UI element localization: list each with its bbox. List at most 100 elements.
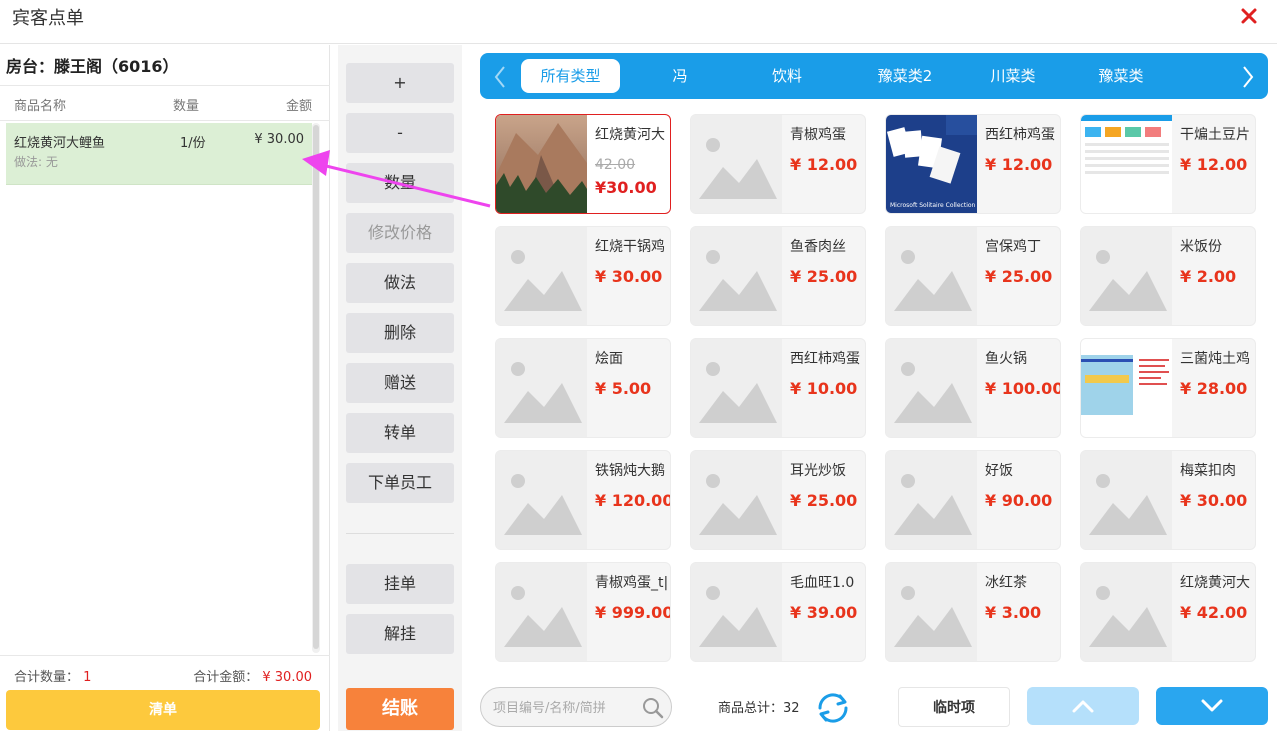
order-staff-button[interactable]: 下单员工 xyxy=(346,463,454,503)
close-icon[interactable] xyxy=(1239,6,1259,26)
product-card[interactable]: 三菌炖土鸡 ¥ 28.00 xyxy=(1080,338,1256,438)
refresh-icon[interactable] xyxy=(810,688,856,728)
tab-feng[interactable]: 冯 xyxy=(640,59,720,93)
placeholder-image-icon xyxy=(496,339,587,437)
page-up-button[interactable] xyxy=(1027,687,1139,725)
category-prev-icon[interactable] xyxy=(492,65,508,89)
product-card[interactable]: Microsoft Solitaire Collection 西红柿鸡蛋 ¥ 12.… xyxy=(885,114,1061,214)
tab-henan-dishes[interactable]: 豫菜类 xyxy=(1071,59,1171,93)
product-name: 耳光炒饭 xyxy=(790,463,846,479)
product-card[interactable]: 铁锅炖大鹅 ¥ 120.00 xyxy=(495,450,671,550)
total-quantity-label: 合计数量： xyxy=(14,670,80,685)
product-image xyxy=(1081,115,1172,213)
product-panel: 所有类型 冯 饮料 豫菜类2 川菜类 豫菜类 红烧黄河大 42.00 ¥30.00 青… xyxy=(470,45,1277,731)
product-image xyxy=(1081,339,1172,437)
product-card[interactable]: 青椒鸡蛋 ¥ 12.00 xyxy=(690,114,866,214)
divider xyxy=(346,533,454,534)
window-title: 宾客点单 xyxy=(12,8,84,29)
product-name: 梅菜扣肉 xyxy=(1180,463,1236,479)
product-card[interactable]: 米饭份 ¥ 2.00 xyxy=(1080,226,1256,326)
page-down-button[interactable] xyxy=(1156,687,1268,725)
hold-order-button[interactable]: 挂单 xyxy=(346,564,454,604)
product-card[interactable]: 红烧黄河大 ¥ 42.00 xyxy=(1080,562,1256,662)
order-list: 红烧黄河大鲤鱼 1/份 ¥ 30.00 做法: 无 xyxy=(6,123,312,653)
scrollbar-thumb[interactable] xyxy=(313,125,319,649)
product-price: ¥ 28.00 xyxy=(1180,379,1248,398)
product-card[interactable]: 冰红茶 ¥ 3.00 xyxy=(885,562,1061,662)
search-box xyxy=(480,687,672,727)
product-card[interactable]: 红烧黄河大 42.00 ¥30.00 xyxy=(495,114,671,214)
product-card[interactable]: 红烧干锅鸡 ¥ 30.00 xyxy=(495,226,671,326)
placeholder-image-icon xyxy=(886,227,977,325)
room-info: 房台：滕王阁（6016） xyxy=(6,53,179,77)
product-price: ¥ 100.00 xyxy=(985,379,1061,398)
tab-henan-dishes-2[interactable]: 豫菜类2 xyxy=(850,59,960,93)
column-header-name: 商品名称 xyxy=(14,99,67,114)
product-price: ¥ 10.00 xyxy=(790,379,858,398)
product-card[interactable]: 梅菜扣肉 ¥ 30.00 xyxy=(1080,450,1256,550)
action-column: + - 数量 修改价格 做法 删除 赠送 转单 下单员工 挂单 解挂 结账 xyxy=(338,45,462,731)
order-panel: 房台：滕王阁（6016） 商品名称 数量 金额 红烧黄河大鲤鱼 1/份 ¥ 30… xyxy=(0,45,330,731)
product-price: ¥30.00 xyxy=(595,178,657,197)
placeholder-image-icon xyxy=(496,227,587,325)
title-bar: 宾客点单 xyxy=(0,0,1277,44)
quantity-button[interactable]: 数量 xyxy=(346,163,454,203)
tab-sichuan-dishes[interactable]: 川菜类 xyxy=(963,59,1063,93)
transfer-order-button[interactable]: 转单 xyxy=(346,413,454,453)
product-price: ¥ 12.00 xyxy=(790,155,858,174)
placeholder-image-icon xyxy=(496,451,587,549)
product-price: ¥ 30.00 xyxy=(1180,491,1248,510)
decrease-qty-button[interactable]: - xyxy=(346,113,454,153)
product-price: ¥ 12.00 xyxy=(985,155,1053,174)
order-item-amount: ¥ 30.00 xyxy=(254,132,304,147)
temporary-item-button[interactable]: 临时项 xyxy=(898,687,1010,727)
product-card[interactable]: 鱼香肉丝 ¥ 25.00 xyxy=(690,226,866,326)
increase-qty-button[interactable]: + xyxy=(346,63,454,103)
tab-all-types[interactable]: 所有类型 xyxy=(521,59,620,93)
product-name: 铁锅炖大鹅 xyxy=(595,463,665,479)
chevron-up-icon xyxy=(1072,700,1094,713)
product-card[interactable]: 青椒鸡蛋_t| ¥ 999.00 xyxy=(495,562,671,662)
search-input[interactable] xyxy=(493,697,643,719)
column-header-qty: 数量 xyxy=(173,99,200,114)
product-name: 青椒鸡蛋 xyxy=(790,127,846,143)
change-price-button[interactable]: 修改价格 xyxy=(346,213,454,253)
product-price: ¥ 25.00 xyxy=(790,491,858,510)
total-quantity: 合计数量： 1 xyxy=(14,666,91,685)
product-card[interactable]: 宫保鸡丁 ¥ 25.00 xyxy=(885,226,1061,326)
product-card[interactable]: 西红柿鸡蛋 ¥ 10.00 xyxy=(690,338,866,438)
order-totals: 合计数量： 1 合计金额： ¥ 30.00 xyxy=(0,655,330,685)
cooking-method-button[interactable]: 做法 xyxy=(346,263,454,303)
release-order-button[interactable]: 解挂 xyxy=(346,614,454,654)
svg-text:Microsoft Solitaire Collection: Microsoft Solitaire Collection xyxy=(890,202,976,209)
category-next-icon[interactable] xyxy=(1240,65,1256,89)
total-amount-value: ¥ 30.00 xyxy=(262,670,312,685)
checkout-button[interactable]: 结账 xyxy=(346,688,454,730)
product-card[interactable]: 好饭 ¥ 90.00 xyxy=(885,450,1061,550)
product-card[interactable]: 鱼火锅 ¥ 100.00 xyxy=(885,338,1061,438)
placeholder-image-icon xyxy=(691,339,782,437)
product-card[interactable]: 毛血旺1.0 ¥ 39.00 xyxy=(690,562,866,662)
tab-drinks[interactable]: 饮料 xyxy=(747,59,827,93)
column-header-amount: 金额 xyxy=(285,99,312,114)
product-card[interactable]: 耳光炒饭 ¥ 25.00 xyxy=(690,450,866,550)
order-row[interactable]: 红烧黄河大鲤鱼 1/份 ¥ 30.00 做法: 无 xyxy=(6,123,312,185)
placeholder-image-icon xyxy=(691,563,782,661)
product-price: ¥ 90.00 xyxy=(985,491,1053,510)
product-price: ¥ 25.00 xyxy=(985,267,1053,286)
order-list-scrollbar[interactable] xyxy=(312,123,320,653)
gift-button[interactable]: 赠送 xyxy=(346,363,454,403)
product-name: 西红柿鸡蛋 xyxy=(790,351,860,367)
product-price: ¥ 3.00 xyxy=(985,603,1042,622)
product-card[interactable]: 烩面 ¥ 5.00 xyxy=(495,338,671,438)
product-card[interactable]: 干煸土豆片 ¥ 12.00 xyxy=(1080,114,1256,214)
search-icon[interactable] xyxy=(641,696,665,720)
product-total-count: 商品总计：32 xyxy=(718,701,800,716)
clear-order-button[interactable]: 清单 xyxy=(6,690,320,730)
product-price: ¥ 30.00 xyxy=(595,267,663,286)
product-price: ¥ 999.00 xyxy=(595,603,671,622)
product-name: 米饭份 xyxy=(1180,239,1222,255)
room-value: 滕王阁（6016） xyxy=(54,57,179,76)
total-amount-label: 合计金额： xyxy=(193,670,259,685)
delete-button[interactable]: 删除 xyxy=(346,313,454,353)
